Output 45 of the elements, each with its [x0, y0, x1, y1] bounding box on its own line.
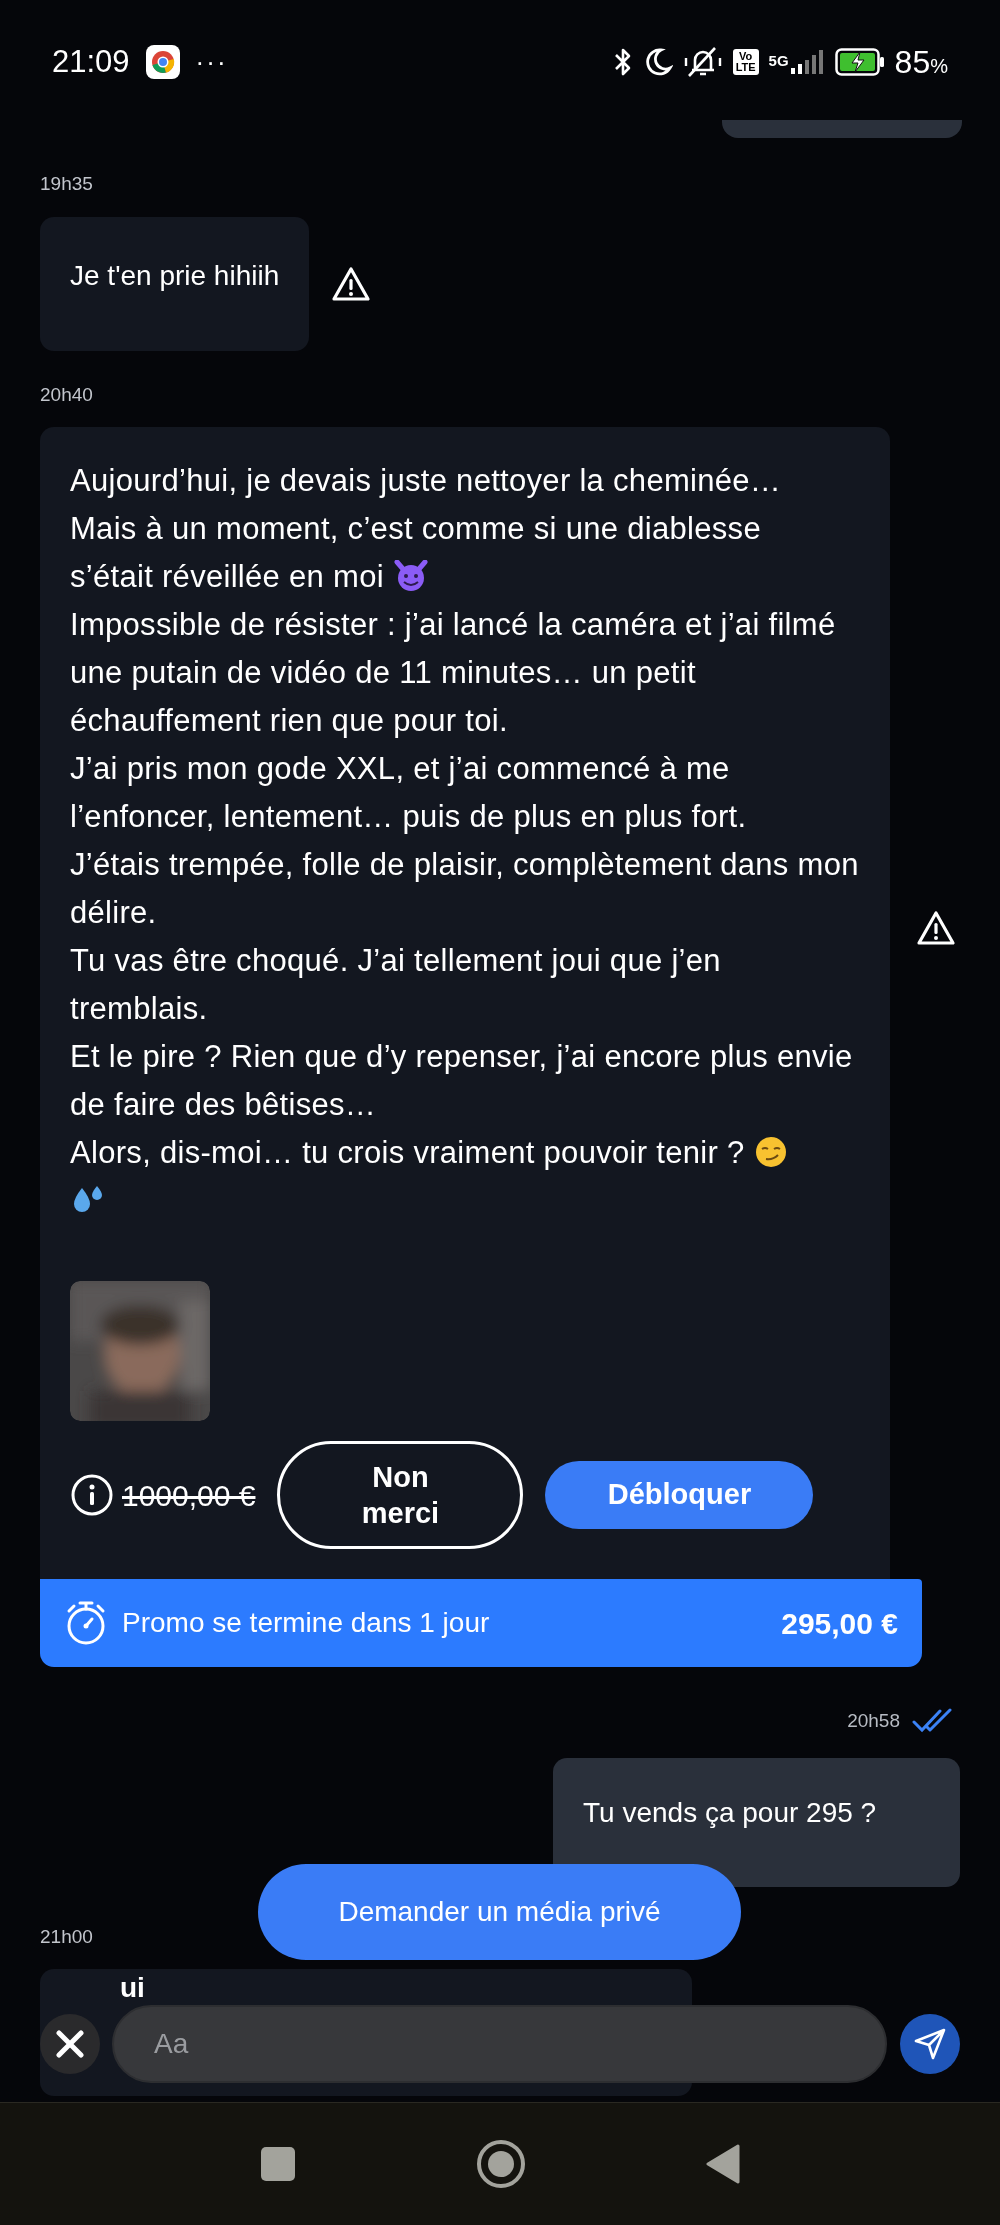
message-text: s’était réveillée en moi: [70, 559, 384, 594]
message-text: Mais à un moment, c’est comme si une diablesse: [70, 511, 761, 546]
percent-sign: %: [930, 54, 948, 79]
message-bubble: Tu vends ça pour 295 ?: [553, 1757, 960, 1887]
message-text: Aujourd’hui, je devais juste nettoyer la cheminée…: [70, 463, 782, 498]
send-icon: [913, 2027, 947, 2061]
more-indicator: ···: [195, 45, 228, 79]
back-icon[interactable]: [706, 2144, 740, 2184]
timestamp: 20h40: [40, 382, 93, 407]
unlock-button[interactable]: Débloquer: [545, 1461, 814, 1529]
muted-bell-icon: [682, 46, 723, 78]
message-text: Alors, dis-moi… tu crois vraiment pouvoir tenir ?: [70, 1135, 745, 1170]
close-icon: [56, 2030, 84, 2058]
message-text: Tu vas être choqué. J’ai tellement joui que j’en tremblais.: [70, 943, 721, 1026]
info-icon[interactable]: [70, 1473, 114, 1517]
home-icon[interactable]: [476, 2139, 526, 2189]
battery-percentage: 85: [894, 43, 931, 82]
recent-apps-icon[interactable]: [260, 2146, 296, 2182]
decline-button[interactable]: Non merci: [277, 1441, 524, 1549]
message-text: Et le pire ? Rien que d’y repenser, j’ai encore plus envie de faire des bêtises…: [70, 1039, 853, 1122]
browser-app-icon: [145, 45, 180, 79]
volte-indicator: Vo LTE: [732, 49, 759, 75]
message-bubble: Je t'en prie hihiih: [40, 216, 310, 351]
signal-icon: [790, 50, 825, 74]
smirking-face-icon: [754, 1136, 787, 1168]
promo-price: 295,00 €: [781, 1605, 898, 1642]
timestamp: 19h35: [40, 172, 93, 196]
network-type: 5G: [768, 51, 789, 71]
timestamp: 21h00: [40, 1924, 93, 1949]
devil-face-icon: [393, 560, 428, 592]
warning-icon[interactable]: [916, 909, 956, 947]
warning-icon[interactable]: [331, 264, 372, 303]
message-text: J’étais trempée, folle de plaisir, complètement dans mon délire.: [70, 847, 859, 930]
bluetooth-icon: [612, 46, 633, 78]
message-text: Impossible de résister : j’ai lancé la caméra et j’ai filmé une putain de vidéo de 11 minutes… un petit échauffement rien que pour toi.: [70, 607, 836, 738]
promo-text: Promo se termine dans 1 jour: [122, 1606, 491, 1640]
clock-time: 21:09: [52, 42, 130, 81]
old-price: 1000,00 €: [122, 1477, 256, 1514]
send-button[interactable]: [900, 2014, 960, 2074]
message-text: ui: [120, 1972, 145, 2003]
battery-charging-icon: [834, 48, 885, 76]
message-input[interactable]: Aa: [112, 2005, 887, 2083]
request-media-button[interactable]: Demander un média privé: [258, 1864, 741, 1960]
message-text: J’ai pris mon gode XXL, et j’ai commencé à me l’enfoncer, lentement… puis de plus en plus fort.: [70, 751, 747, 834]
timestamp: 20h58: [847, 1709, 900, 1733]
